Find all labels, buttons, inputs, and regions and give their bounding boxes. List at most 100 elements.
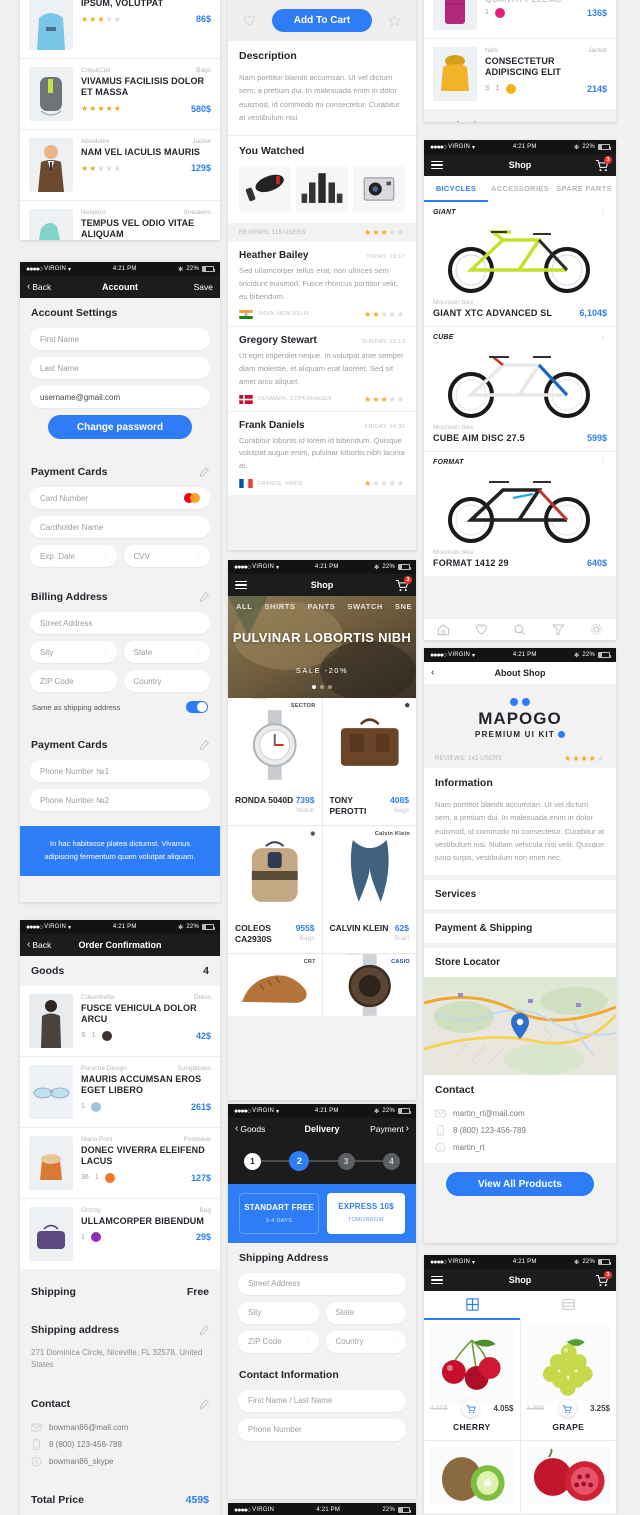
delivery-option-standard[interactable]: STANDART FREE 3-4 DAYS	[239, 1193, 319, 1234]
more-options-icon[interactable]: ⋮	[599, 207, 607, 216]
phone2-input[interactable]: Phone Number №2	[30, 789, 210, 811]
add-to-cart-button[interactable]: Add To Cart	[271, 9, 373, 32]
product-card[interactable]: NEW SECTOR RONDA 5040D 739$ Watch	[228, 698, 322, 826]
more-options-icon[interactable]: ⋮	[599, 332, 607, 341]
order-item-row[interactable]: Mario Pont Footwear DONEC VIVERRA ELEIFEN…	[20, 1128, 220, 1198]
cart-icon[interactable]: 3	[395, 575, 412, 592]
product-card[interactable]: ⬟ TONY PEROTTI 408$ Bags	[322, 698, 416, 826]
step-3[interactable]: 3	[337, 1152, 355, 1170]
cart-icon[interactable]: 3	[595, 155, 612, 172]
store-map[interactable]	[424, 977, 616, 1076]
fruit-card[interactable]: 3.99$ 3.25$ GRAPE	[520, 1320, 616, 1440]
heart-icon[interactable]	[475, 623, 488, 636]
tab-all[interactable]: ALL	[236, 602, 252, 611]
state-select[interactable]: State ⁚	[325, 1301, 406, 1324]
cart-icon[interactable]: 3	[595, 1270, 612, 1287]
cart-item-row[interactable]: QUANTITY ELEMS 1 136$	[424, 0, 616, 38]
zip-select[interactable]: ZIP Code ⁚	[238, 1330, 319, 1353]
contact-skype-row[interactable]: S martin_rt	[424, 1139, 616, 1163]
same-as-shipping-toggle[interactable]	[186, 701, 208, 713]
tab-accessories[interactable]: ACCESSORIES	[488, 176, 552, 202]
state-select[interactable]: State ⁚	[123, 641, 210, 663]
product-row[interactable]: IPSUM, VOLUTPAT ★★★★★ 86$	[20, 0, 220, 58]
fruit-card[interactable]	[520, 1441, 616, 1513]
tab-grid-view[interactable]	[424, 1291, 520, 1320]
card-number-input[interactable]: Card Number	[30, 487, 210, 509]
last-name-input[interactable]: Last Name	[30, 357, 210, 379]
tab-swatch[interactable]: SWATCH	[347, 602, 383, 611]
tab-sneakers[interactable]: SNE	[395, 602, 412, 611]
fruit-card[interactable]	[424, 1441, 520, 1513]
country-select[interactable]: Country ⁚	[123, 670, 210, 692]
step-4[interactable]: 4	[382, 1152, 400, 1170]
gear-icon[interactable]	[590, 623, 603, 636]
zip-select[interactable]: ZIP Code ⁚	[30, 670, 117, 692]
back-button[interactable]: ‹ Back	[27, 282, 51, 293]
carousel-dots[interactable]	[228, 685, 416, 689]
same-as-shipping-row[interactable]: Same as shipping address	[20, 699, 220, 722]
watched-item[interactable]	[296, 166, 348, 213]
email-input[interactable]: username@gmail.com	[30, 386, 210, 408]
product-card[interactable]: Calvin Klein CALVIN KLEIN 62$ Scarf	[322, 826, 416, 954]
product-card[interactable]: ◉ COLEOS CA2930S 955$ Bags	[228, 826, 322, 954]
contact-email-row[interactable]: bowman86@mail.com	[20, 1419, 220, 1436]
tab-list-view[interactable]	[520, 1291, 616, 1320]
menu-icon[interactable]	[431, 159, 443, 172]
back-button[interactable]: ‹ Back	[27, 940, 51, 951]
edit-pencil-icon[interactable]	[199, 592, 209, 602]
watched-item[interactable]	[353, 166, 405, 213]
bike-card[interactable]: FORMAT ⋮ Mountain bike FORMAT 1412 29 64…	[424, 452, 616, 576]
save-button[interactable]: Save	[194, 282, 213, 292]
contact-skype-row[interactable]: S bowman86_skype	[20, 1453, 220, 1477]
tab-bicycles[interactable]: BICYCLES	[424, 176, 488, 202]
services-row[interactable]: Services	[424, 880, 616, 910]
city-select[interactable]: Sity ⁚	[30, 641, 117, 663]
full-name-input[interactable]: First Name / Last Name	[238, 1389, 406, 1412]
product-row[interactable]: Absolutex Jacket NAM VEL IACULIS MAURIS ★…	[20, 130, 220, 200]
home-icon[interactable]	[437, 623, 450, 636]
cvv-select[interactable]: CVV ⁚	[123, 545, 210, 567]
order-item-row[interactable]: Porsche Design Sunglasses MAURIS ACCUMSAN…	[20, 1057, 220, 1127]
street-address-input[interactable]: Street Address	[30, 612, 210, 634]
city-select[interactable]: Sity ⁚	[238, 1301, 319, 1324]
add-to-cart-icon[interactable]	[462, 1400, 479, 1417]
contact-email-row[interactable]: martin_rt@mail.com	[424, 1105, 616, 1122]
country-select[interactable]: Country ⁚	[325, 1330, 406, 1353]
edit-pencil-icon[interactable]	[199, 1325, 209, 1335]
search-icon[interactable]	[513, 623, 526, 636]
heart-icon[interactable]	[243, 14, 256, 27]
edit-pencil-icon[interactable]	[199, 740, 209, 750]
star-icon[interactable]	[388, 14, 401, 27]
payment-shipping-row[interactable]: Payment & Shipping	[424, 914, 616, 944]
phone-input[interactable]: Phone Number	[238, 1418, 406, 1441]
change-password-button[interactable]: Change password	[48, 415, 192, 439]
view-all-products-button[interactable]: View All Products	[446, 1172, 594, 1197]
bike-card[interactable]: CUBE ⋮ Mountain bike CUBE AIM DISC 27.5 …	[424, 327, 616, 451]
more-options-icon[interactable]: ⋮	[599, 457, 607, 466]
product-card[interactable]: -15% CASIO	[322, 954, 416, 1017]
hero-banner[interactable]: ALL SHIRTS PANTS SWATCH SNE PULVINAR LOB…	[228, 596, 416, 698]
fruit-card[interactable]: 4.55$ 4.05$ CHERRY	[424, 1320, 520, 1440]
bike-card[interactable]: GIANT ⋮ Mountain bike GIANT XTC ADVANCED…	[424, 202, 616, 326]
street-address-input[interactable]: Street Address	[238, 1272, 406, 1295]
menu-icon[interactable]	[431, 1274, 443, 1287]
cardholder-input[interactable]: Cardholder Name	[30, 516, 210, 538]
phone1-input[interactable]: Phone Number №1	[30, 760, 210, 782]
order-item-row[interactable]: Grizzly Bag ULLAMCORPER BIBENDUM 1 29$	[20, 1199, 220, 1269]
cart-item-row[interactable]: Nels Jacket CONSECTETUR ADIPISCING ELIT S…	[424, 39, 616, 109]
menu-icon[interactable]	[235, 579, 247, 592]
filter-icon[interactable]	[552, 623, 565, 636]
tab-shirts[interactable]: SHIRTS	[264, 602, 295, 611]
first-name-input[interactable]: First Name	[30, 328, 210, 350]
step-1[interactable]: 1	[244, 1152, 261, 1170]
contact-phone-row[interactable]: 8 (800) 123-456-789	[424, 1122, 616, 1139]
order-item-row[interactable]: Columbetta Dress FUSCE VEHICULA DOLOR ARC…	[20, 986, 220, 1056]
back-to-goods-button[interactable]: ‹ Goods	[235, 1124, 265, 1135]
watched-item[interactable]	[239, 166, 291, 213]
add-to-cart-icon[interactable]	[558, 1400, 576, 1417]
contact-phone-row[interactable]: 8 (800) 123-456-789	[20, 1436, 220, 1453]
edit-pencil-icon[interactable]	[199, 1399, 209, 1409]
product-card[interactable]: CR7	[228, 954, 322, 1017]
delivery-option-express[interactable]: EXPRESS 10$ TOMORROW	[327, 1193, 405, 1234]
edit-pencil-icon[interactable]	[199, 467, 209, 477]
